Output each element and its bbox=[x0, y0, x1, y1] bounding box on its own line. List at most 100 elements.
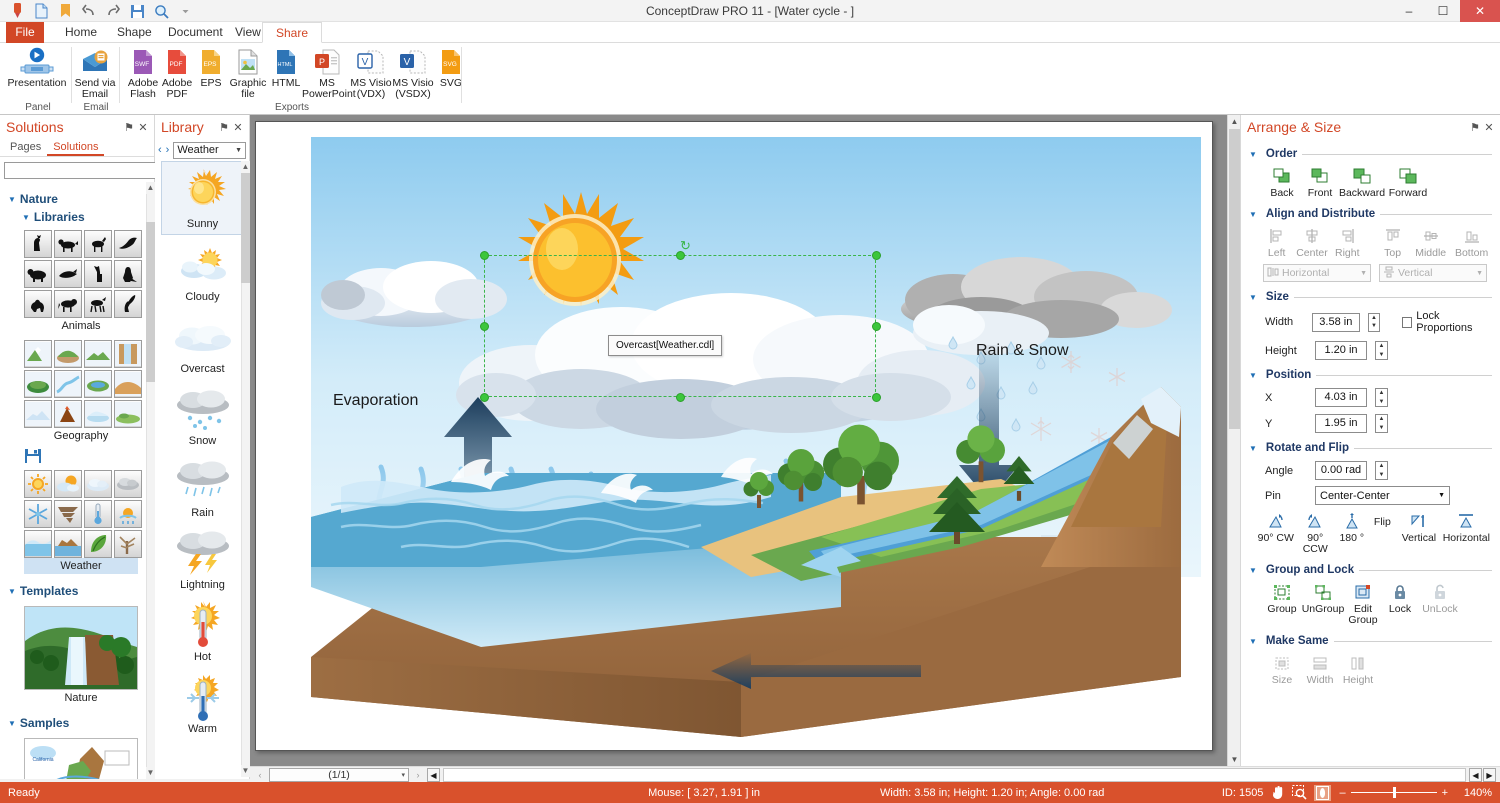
resize-handle-middle-left[interactable] bbox=[480, 322, 489, 331]
x-stepper[interactable]: ▲▼ bbox=[1375, 388, 1388, 407]
close-icon[interactable]: ✕ bbox=[1482, 121, 1496, 134]
align-bottom-button[interactable]: Bottom bbox=[1451, 226, 1492, 259]
chevron-down-icon[interactable]: ▾ bbox=[401, 771, 405, 779]
shape-thumb-wave[interactable] bbox=[24, 530, 52, 558]
section-size-header[interactable]: ▼ Size bbox=[1249, 291, 1492, 303]
align-right-button[interactable]: Right bbox=[1330, 226, 1365, 259]
maximize-button[interactable]: ☐ bbox=[1426, 0, 1460, 22]
shape-thumb-dry-tree[interactable] bbox=[114, 530, 142, 558]
pin-select[interactable]: Center-Center ▼ bbox=[1315, 486, 1450, 505]
presentation-button[interactable]: Presentation bbox=[4, 43, 70, 101]
library-item-snow[interactable]: Snow bbox=[161, 379, 245, 451]
sample-thumb[interactable]: California bbox=[24, 738, 138, 779]
shape-thumb[interactable] bbox=[54, 260, 82, 288]
resize-handle-bottom-center[interactable] bbox=[676, 393, 685, 402]
rotate-cw-button[interactable]: 90° CW bbox=[1257, 511, 1295, 555]
rotate-180-button[interactable]: 180 ° bbox=[1336, 511, 1368, 555]
page-tab-strip-rest[interactable] bbox=[443, 768, 1466, 782]
bring-forward-button[interactable]: Forward bbox=[1385, 166, 1431, 199]
send-to-back-button[interactable]: Back bbox=[1263, 166, 1301, 199]
section-group-header[interactable]: ▼ Group and Lock bbox=[1249, 564, 1492, 576]
scroll-up-icon[interactable]: ▲ bbox=[146, 182, 155, 194]
page-tab[interactable]: (1/1) ▾ bbox=[269, 768, 409, 782]
shape-thumb[interactable] bbox=[114, 370, 142, 398]
height-input[interactable]: 1.20 in bbox=[1315, 341, 1367, 360]
zoom-tool-icon[interactable] bbox=[1292, 785, 1307, 800]
shape-thumb[interactable] bbox=[24, 370, 52, 398]
resize-handle-top-center[interactable] bbox=[676, 251, 685, 260]
scrollbar-thumb[interactable] bbox=[146, 222, 155, 382]
scrollbar-thumb[interactable] bbox=[241, 173, 250, 283]
shape-thumb-sunny[interactable] bbox=[24, 470, 52, 498]
page-scroll-left-button[interactable]: ◀ bbox=[1469, 768, 1482, 782]
shape-thumb[interactable] bbox=[84, 400, 112, 428]
ungroup-button[interactable]: UnGroup bbox=[1301, 582, 1345, 626]
shape-thumb[interactable] bbox=[54, 230, 82, 258]
graphic-file-export-button[interactable]: Graphic file bbox=[228, 43, 268, 101]
html-export-button[interactable]: HTML HTML bbox=[268, 43, 304, 101]
page-next-button[interactable]: › bbox=[412, 770, 424, 780]
lock-button[interactable]: Lock bbox=[1381, 582, 1419, 626]
shape-thumb[interactable] bbox=[84, 290, 112, 318]
align-center-button[interactable]: Center bbox=[1294, 226, 1329, 259]
rotate-ccw-button[interactable]: 90° CCW bbox=[1295, 511, 1336, 555]
hand-tool-icon[interactable] bbox=[1271, 785, 1285, 800]
shape-thumb[interactable] bbox=[84, 340, 112, 368]
solutions-scrollbar[interactable]: ▲ ▼ bbox=[146, 182, 155, 779]
close-icon[interactable]: ✕ bbox=[136, 121, 150, 134]
y-input[interactable]: 1.95 in bbox=[1315, 414, 1367, 433]
zoom-slider-track[interactable] bbox=[1351, 792, 1437, 793]
water-cycle-illustration[interactable]: Evaporation Rain & Snow bbox=[281, 137, 1201, 737]
angle-stepper[interactable]: ▲▼ bbox=[1375, 461, 1388, 480]
section-make-same-header[interactable]: ▼ Make Same bbox=[1249, 635, 1492, 647]
close-button[interactable]: ✕ bbox=[1460, 0, 1500, 22]
fit-page-icon[interactable] bbox=[1314, 785, 1331, 801]
same-size-button[interactable]: Size bbox=[1263, 653, 1301, 686]
flip-horizontal-button[interactable]: Horizontal bbox=[1441, 511, 1492, 555]
resize-handle-top-left[interactable] bbox=[480, 251, 489, 260]
shape-thumb[interactable] bbox=[24, 230, 52, 258]
library-scrollbar[interactable]: ▲ ▼ bbox=[241, 161, 250, 777]
canvas-vertical-scrollbar[interactable]: ▲ ▼ bbox=[1227, 115, 1240, 766]
resize-handle-middle-right[interactable] bbox=[872, 322, 881, 331]
minimize-button[interactable]: – bbox=[1392, 0, 1426, 22]
send-backward-button[interactable]: Backward bbox=[1339, 166, 1385, 199]
section-align-header[interactable]: ▼ Align and Distribute bbox=[1249, 208, 1492, 220]
zoom-in-button[interactable]: + bbox=[1442, 787, 1448, 799]
zoom-slider[interactable]: – + bbox=[1339, 787, 1458, 799]
lock-proportions-checkbox[interactable] bbox=[1402, 317, 1412, 328]
shape-thumb[interactable] bbox=[24, 400, 52, 428]
shape-thumb[interactable] bbox=[84, 260, 112, 288]
page-first-button[interactable]: ◀ bbox=[427, 768, 440, 782]
shape-thumb[interactable] bbox=[54, 340, 82, 368]
shape-thumb[interactable] bbox=[114, 290, 142, 318]
shape-thumb-sun-rain[interactable] bbox=[114, 500, 142, 528]
shape-thumb[interactable] bbox=[24, 340, 52, 368]
save-library-icon[interactable] bbox=[24, 448, 42, 464]
shape-thumb[interactable] bbox=[114, 400, 142, 428]
library-group-animals[interactable]: Animals bbox=[24, 318, 138, 334]
shape-thumb[interactable] bbox=[114, 340, 142, 368]
close-icon[interactable]: ✕ bbox=[231, 121, 245, 134]
shape-thumb-cloudy[interactable] bbox=[54, 470, 82, 498]
shape-thumb-thermometer[interactable] bbox=[84, 500, 112, 528]
svg-export-button[interactable]: SVG SVG bbox=[434, 43, 468, 101]
unlock-button[interactable]: UnLock bbox=[1419, 582, 1461, 626]
tab-pages[interactable]: Pages bbox=[4, 139, 47, 156]
canvas-area[interactable]: Evaporation Rain & Snow ↻ Overcast[Weath… bbox=[250, 115, 1240, 779]
shape-thumb[interactable] bbox=[54, 370, 82, 398]
send-via-email-button[interactable]: Send via Email bbox=[72, 43, 118, 101]
distribute-vertical-select[interactable]: Vertical ▼ bbox=[1379, 264, 1487, 282]
library-item-lightning[interactable]: Lightning bbox=[161, 523, 245, 595]
align-middle-button[interactable]: Middle bbox=[1410, 226, 1451, 259]
zoom-slider-knob[interactable] bbox=[1393, 787, 1396, 798]
library-prev-button[interactable]: ‹ bbox=[158, 144, 163, 156]
shape-thumb[interactable] bbox=[24, 260, 52, 288]
library-item-cloudy[interactable]: Cloudy bbox=[161, 235, 245, 307]
angle-input[interactable]: 0.00 rad bbox=[1315, 461, 1367, 480]
scrollbar-thumb[interactable] bbox=[1229, 129, 1240, 429]
library-item-sunny[interactable]: Sunny bbox=[161, 161, 245, 235]
library-next-button[interactable]: › bbox=[166, 144, 171, 156]
ms-powerpoint-export-button[interactable]: P MS PowerPoint bbox=[304, 43, 350, 101]
adobe-pdf-export-button[interactable]: PDF Adobe PDF bbox=[160, 43, 194, 101]
